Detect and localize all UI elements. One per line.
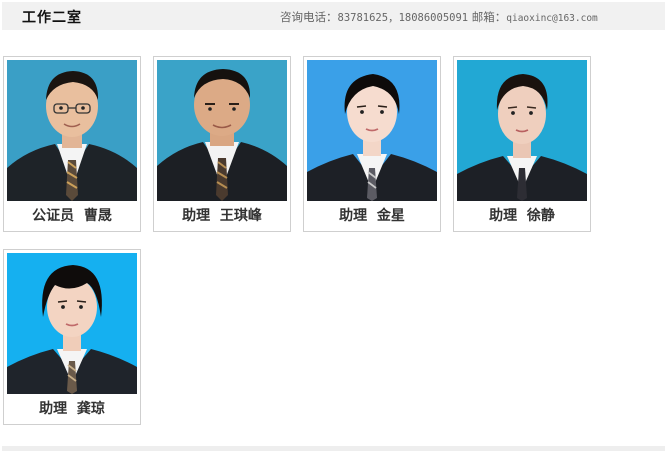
- phone-number: 83781625，18086005091: [337, 12, 469, 24]
- phone-label: 咨询电话：: [280, 10, 338, 24]
- staff-caption: 助理 金星: [339, 208, 405, 224]
- staff-card-1: 公证员 曹晟: [3, 56, 141, 232]
- staff-card-4: 助理 徐静: [453, 56, 591, 232]
- staff-caption: 助理 王琪峰: [182, 208, 262, 224]
- staff-photo: [157, 60, 287, 201]
- staff-photo: [7, 253, 137, 394]
- staff-photo: [307, 60, 437, 201]
- staff-photo: [457, 60, 587, 201]
- staff-caption: 助理 徐静: [489, 208, 555, 224]
- staff-card-2: 助理 王琪峰: [153, 56, 291, 232]
- email-label: 邮箱：: [468, 10, 507, 24]
- staff-caption: 公证员 曹晟: [32, 208, 112, 224]
- email-address: qiaoxinc@163.com: [506, 13, 598, 24]
- office-page: 工作二室 咨询电话：83781625，18086005091 邮箱：qiaoxi…: [0, 0, 667, 451]
- section-footer: [2, 446, 665, 451]
- staff-card-5: 助理 龚琼: [3, 249, 141, 425]
- section-header: 工作二室 咨询电话：83781625，18086005091 邮箱：qiaoxi…: [2, 2, 665, 30]
- staff-photo: [7, 60, 137, 201]
- staff-card-3: 助理 金星: [303, 56, 441, 232]
- section-title: 工作二室: [22, 10, 82, 26]
- staff-caption: 助理 龚琼: [39, 401, 105, 417]
- contact-info: 咨询电话：83781625，18086005091 邮箱：qiaoxinc@16…: [280, 9, 598, 25]
